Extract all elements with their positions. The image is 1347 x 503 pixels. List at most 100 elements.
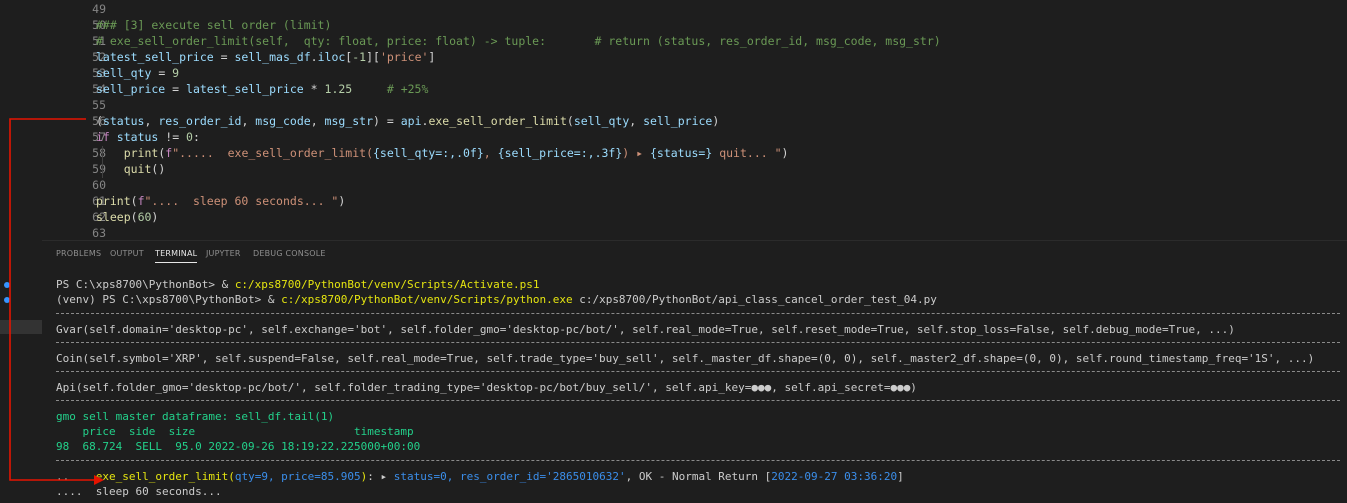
terminal-token: Api(self.folder_gmo='desktop-pc/bot/', s… xyxy=(56,381,917,394)
code-token: quit... " xyxy=(712,146,782,160)
separator-line xyxy=(56,371,1340,372)
code-token: ( xyxy=(130,194,138,208)
terminal-selection-bar xyxy=(0,320,42,334)
tab-problems[interactable]: PROBLEMS xyxy=(56,249,101,258)
indent-guide xyxy=(102,146,103,178)
tab-terminal[interactable]: TERMINAL xyxy=(155,249,198,263)
terminal-token: 98 68.724 SELL 95.0 2022-09-26 18:19:22.… xyxy=(56,440,421,453)
code-token: f xyxy=(137,194,145,208)
code-token: != xyxy=(158,130,187,144)
code-token: # exe_sell_order_limit(self, qty: float,… xyxy=(96,34,941,48)
tab-debug-console[interactable]: DEBUG CONSOLE xyxy=(253,249,326,258)
code-token: sell_price xyxy=(643,114,713,128)
code-token: : xyxy=(192,130,200,144)
code-token: ( xyxy=(96,114,103,128)
code-token: latest_sell_price xyxy=(186,82,304,96)
code-token: , xyxy=(241,114,256,128)
code-token: = xyxy=(165,82,187,96)
terminal-line: .... sleep 60 seconds... xyxy=(56,485,222,498)
code-token: # +25% xyxy=(386,82,429,96)
code-editor[interactable]: 49 50 ### [3] execute sell order (limit) 51… xyxy=(42,0,1347,240)
code-token: quit xyxy=(123,162,152,176)
code-line[interactable]: print(f".... sleep 60 seconds... ") xyxy=(96,194,345,208)
terminal-line: Api(self.folder_gmo='desktop-pc/bot/', s… xyxy=(56,381,917,394)
command-status-dot xyxy=(4,297,10,303)
code-token: = xyxy=(213,50,235,64)
code-line[interactable]: # exe_sell_order_limit(self, qty: float,… xyxy=(96,34,941,48)
tab-jupyter[interactable]: JUPYTER xyxy=(206,249,241,258)
code-line[interactable]: quit() xyxy=(96,162,166,176)
terminal-line: Coin(self.symbol='XRP', self.suspend=Fal… xyxy=(56,352,1314,365)
code-token: "..... exe_sell_order_limit( xyxy=(172,146,373,160)
code-token: . xyxy=(310,50,318,64)
terminal-token: gmo sell master dataframe: sell_df.tail(… xyxy=(56,410,335,423)
terminal-token: c:/xps8700/PythonBot/venv/Scripts/python… xyxy=(281,293,573,306)
code-token: msg_str xyxy=(324,114,374,128)
command-status-dot xyxy=(4,282,10,288)
terminal-token: c:/xps8700/PythonBot/api_class_cancel_or… xyxy=(572,293,937,306)
code-token: status xyxy=(102,114,145,128)
code-token: ".... sleep 60 seconds... " xyxy=(144,194,339,208)
code-token: , xyxy=(483,146,498,160)
terminal-token: ] xyxy=(897,470,904,483)
code-token: exe_sell_order_limit xyxy=(428,114,567,128)
code-token: , xyxy=(310,114,325,128)
terminal-line: PS C:\xps8700\PythonBot> & c:/xps8700/Py… xyxy=(56,278,539,291)
code-line[interactable]: sell_qty = 9 xyxy=(96,66,179,80)
terminal-line: (venv) PS C:\xps8700\PythonBot> & c:/xps… xyxy=(56,293,937,306)
line-number: 55 xyxy=(92,98,106,112)
code-token: res_order_id xyxy=(158,114,242,128)
code-token: {status=} xyxy=(649,146,713,160)
terminal-line: .. exe_sell_order_limit(qty=9, price=85.… xyxy=(56,470,904,483)
terminal-token: exe_sell_order_limit( xyxy=(95,470,235,483)
tab-output[interactable]: OUTPUT xyxy=(110,249,144,258)
code-line[interactable]: (status, res_order_id, msg_code, msg_str… xyxy=(96,114,719,128)
terminal-token: , OK - Normal Return [ xyxy=(625,470,772,483)
line-number: 63 xyxy=(92,226,106,240)
code-token: ) xyxy=(712,114,720,128)
code-token: ][ xyxy=(366,50,380,64)
code-token: () xyxy=(151,162,166,176)
line-number: 49 xyxy=(92,2,106,16)
terminal-line: Gvar(self.domain='desktop-pc', self.exch… xyxy=(56,323,1235,336)
code-token: ( xyxy=(566,114,574,128)
terminal-token: .. xyxy=(56,470,70,483)
code-line[interactable]: sleep(60) xyxy=(96,210,158,224)
terminal-token: PS C:\xps8700\PythonBot> & xyxy=(56,278,235,291)
code-token: iloc xyxy=(317,50,346,64)
terminal-token: c:/xps8700/PythonBot/venv/Scripts/Activa… xyxy=(234,278,540,291)
code-token: api xyxy=(400,114,422,128)
code-token: sleep xyxy=(96,210,131,224)
code-line[interactable]: sell_price = latest_sell_price * 1.25 # … xyxy=(96,82,428,96)
terminal-token: Gvar(self.domain='desktop-pc', self.exch… xyxy=(56,323,1235,336)
separator-line xyxy=(56,342,1340,343)
code-token: 0 xyxy=(186,130,193,144)
code-token: ) = xyxy=(373,114,401,128)
separator-line xyxy=(56,460,1340,461)
code-token: sell_price xyxy=(96,82,166,96)
code-token: status xyxy=(116,130,159,144)
code-token: = xyxy=(151,66,173,80)
left-activity-gutter xyxy=(0,0,42,502)
code-line[interactable]: latest_sell_price = sell_mas_df.iloc[-1]… xyxy=(96,50,435,64)
code-token: msg_code xyxy=(255,114,311,128)
code-token: ### [3] execute sell order (limit) xyxy=(96,18,332,32)
code-token: 1.25 xyxy=(324,82,353,96)
code-token: ) xyxy=(781,146,789,160)
code-line[interactable]: ### [3] execute sell order (limit) xyxy=(96,18,331,32)
terminal-line: 98 68.724 SELL 95.0 2022-09-26 18:19:22.… xyxy=(56,440,420,453)
terminal-token: .... sleep 60 seconds... xyxy=(56,485,222,498)
code-token: 'price' xyxy=(379,50,429,64)
line-number: 60 xyxy=(92,178,106,192)
code-token: ) ▸ xyxy=(622,146,650,160)
code-token: {sell_price=:,.3f} xyxy=(497,146,623,160)
code-token: latest_sell_price xyxy=(96,50,214,64)
code-token: ) xyxy=(338,194,346,208)
code-token: sell_qty xyxy=(573,114,630,128)
code-line[interactable]: if status != 0: xyxy=(96,130,200,144)
code-line[interactable]: print(f"..... exe_sell_order_limit({sell… xyxy=(96,146,789,160)
